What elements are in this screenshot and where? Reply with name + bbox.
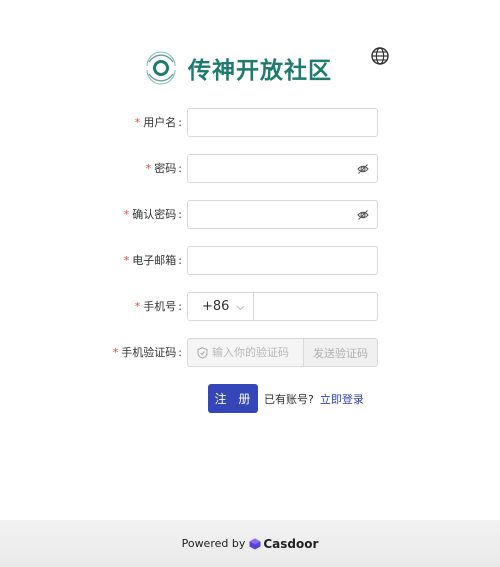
username-input[interactable]: [188, 109, 377, 136]
brand-name: 传神开放社区: [188, 58, 332, 84]
shield-icon: [197, 346, 208, 359]
code-row: *手机验证码: 发送验证码: [0, 338, 500, 367]
send-code-button[interactable]: 发送验证码: [304, 338, 378, 367]
email-field[interactable]: [187, 246, 378, 275]
phone-label: * 手机号:: [134, 300, 182, 313]
country-code-select[interactable]: +86: [187, 292, 254, 321]
confirm-password-row: * 确认密码:: [0, 200, 500, 229]
casdoor-name[interactable]: Casdoor: [263, 537, 318, 551]
eye-off-icon[interactable]: [357, 209, 369, 221]
email-label: * 电子邮箱:: [123, 254, 182, 267]
language-switcher-globe-icon[interactable]: [370, 46, 390, 66]
brand-header: 传神开放社区: [143, 48, 332, 88]
phone-input[interactable]: [254, 293, 377, 320]
powered-by-text: Powered by: [181, 537, 246, 550]
password-field[interactable]: [187, 154, 378, 183]
code-field[interactable]: [187, 338, 304, 367]
phone-row: * 手机号: +86: [0, 292, 500, 321]
register-button[interactable]: 注 册: [208, 384, 258, 413]
email-input[interactable]: [188, 247, 377, 274]
password-input[interactable]: [188, 155, 377, 182]
code-input[interactable]: [212, 346, 302, 359]
username-row: * 用户名:: [0, 108, 500, 137]
casdoor-logo-icon: [249, 538, 261, 549]
brand-logo-icon: [146, 51, 176, 85]
confirm-password-label: * 确认密码:: [123, 208, 182, 221]
code-label: * 手机验证码:: [112, 346, 182, 359]
submit-row: 注 册 已有账号? 立即登录: [208, 384, 364, 413]
country-code-value: +86: [202, 299, 230, 314]
eye-off-icon[interactable]: [357, 163, 369, 175]
password-row: * 密码:: [0, 154, 500, 183]
confirm-password-input[interactable]: [188, 201, 377, 228]
have-account-text: 已有账号?: [264, 392, 314, 406]
phone-field[interactable]: [254, 292, 378, 321]
confirm-password-field[interactable]: [187, 200, 378, 229]
username-label: * 用户名:: [134, 116, 182, 129]
phone-group: +86: [187, 292, 378, 321]
password-label: * 密码:: [145, 162, 182, 175]
email-row: * 电子邮箱:: [0, 246, 500, 275]
code-group: 发送验证码: [187, 338, 378, 367]
username-field[interactable]: [187, 108, 378, 137]
footer: Powered by Casdoor: [0, 520, 500, 567]
login-now-link[interactable]: 立即登录: [320, 391, 364, 407]
chevron-down-icon: [236, 305, 245, 311]
